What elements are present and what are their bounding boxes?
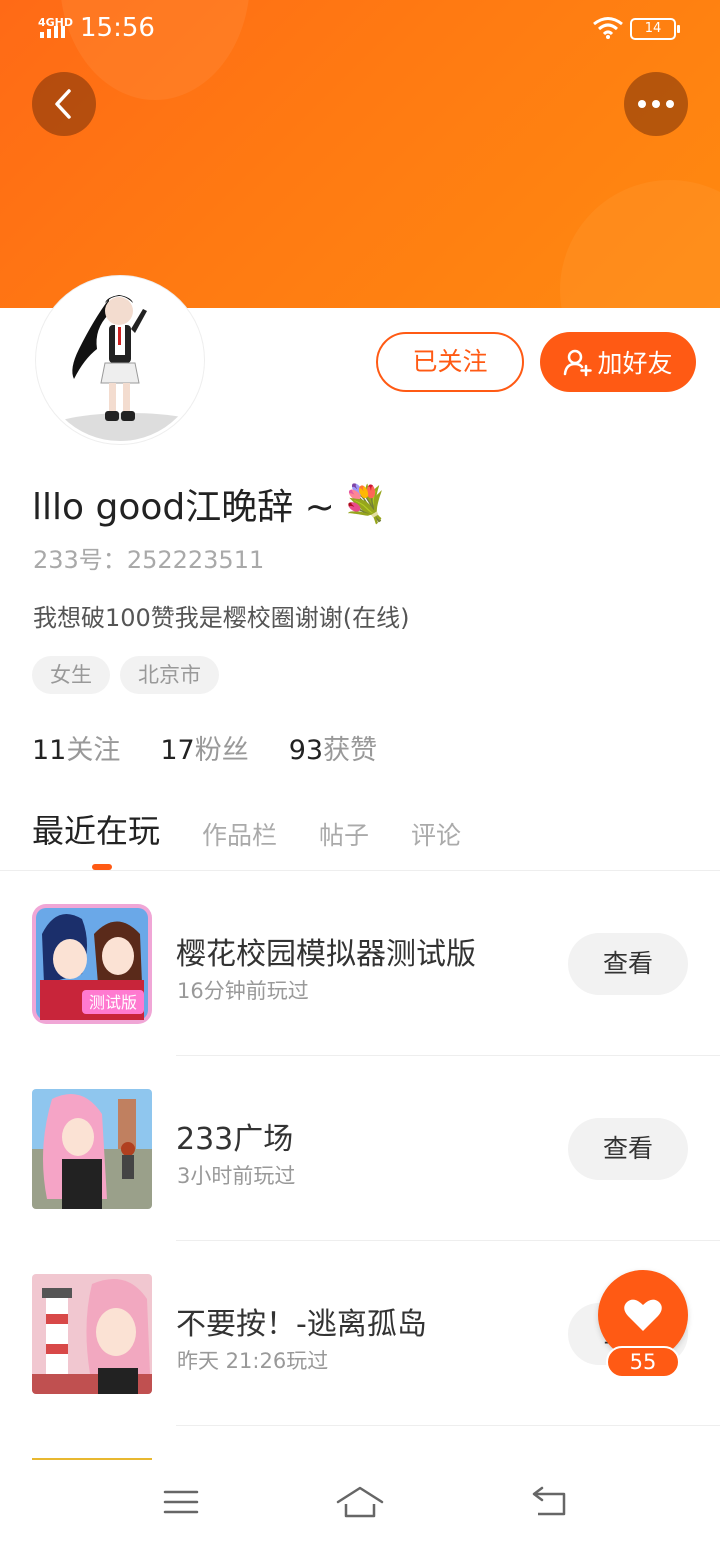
- back-nav-icon[interactable]: [526, 1480, 576, 1524]
- avatar-image: [49, 295, 201, 441]
- user-id: 233号：252223511: [33, 540, 264, 575]
- nickname: lllo good江晚辞 ~ 💐: [32, 478, 388, 530]
- home-icon[interactable]: [335, 1480, 385, 1524]
- followers-stat[interactable]: 17粉丝: [160, 728, 248, 767]
- view-button[interactable]: 查看: [568, 933, 688, 995]
- list-item[interactable]: 233广场 3小时前玩过 查看: [0, 1056, 720, 1241]
- profile-stats: 11关注 17粉丝 93获赞: [32, 728, 377, 767]
- battery-icon: 14: [630, 18, 680, 40]
- game-icon: [32, 1274, 152, 1394]
- tab-works[interactable]: 作品栏: [202, 816, 277, 852]
- nickname-text: lllo good江晚辞 ~: [32, 487, 335, 528]
- followed-button[interactable]: 已关注: [376, 332, 524, 392]
- signal-icon: [40, 26, 65, 38]
- divider: [176, 1425, 720, 1426]
- add-user-icon: [564, 349, 593, 377]
- last-played: 3小时前玩过: [177, 1164, 296, 1188]
- bio: 我想破100赞我是樱校圈谢谢(在线): [33, 604, 410, 632]
- last-played: 16分钟前玩过: [177, 979, 309, 1003]
- game-title: 233广场: [176, 1122, 294, 1157]
- location-tag: 北京市: [120, 656, 219, 694]
- wifi-icon: [593, 17, 623, 39]
- more-button[interactable]: [624, 72, 688, 136]
- system-nav-bar: [0, 1460, 720, 1544]
- tab-comments[interactable]: 评论: [411, 816, 461, 852]
- following-stat[interactable]: 11关注: [32, 728, 120, 767]
- avatar[interactable]: [36, 276, 204, 444]
- game-icon: 测试版: [32, 904, 152, 1024]
- bouquet-emoji: 💐: [342, 484, 388, 525]
- clock: 15:56: [80, 13, 155, 43]
- chevron-left-icon: [55, 89, 71, 119]
- list-item[interactable]: 测试版 樱花校园模拟器测试版 16分钟前玩过 查看: [0, 871, 720, 1056]
- status-bar: 4GHD 15:56 14: [0, 0, 720, 58]
- view-button[interactable]: 查看: [568, 1118, 688, 1180]
- add-friend-label: 加好友: [597, 349, 673, 378]
- back-button[interactable]: [32, 72, 96, 136]
- add-friend-button[interactable]: 加好友: [540, 332, 696, 392]
- gender-tag: 女生: [32, 656, 110, 694]
- profile-tabs: 最近在玩 作品栏 帖子 评论: [32, 806, 461, 852]
- heart-icon: [624, 1299, 662, 1331]
- likes-stat[interactable]: 93获赞: [289, 728, 377, 767]
- banner-decoration: [560, 180, 720, 308]
- more-dots-icon: [638, 100, 674, 108]
- profile-tags: 女生 北京市: [32, 656, 219, 694]
- uid-label: 233号：: [33, 546, 127, 574]
- game-title: 不要按！-逃离孤岛: [176, 1307, 427, 1342]
- game-icon: [32, 1089, 152, 1209]
- like-count-badge: 55: [606, 1346, 680, 1378]
- uid-value: 252223511: [126, 546, 265, 574]
- tab-posts[interactable]: 帖子: [319, 816, 369, 852]
- tab-recently-played[interactable]: 最近在玩: [32, 806, 160, 852]
- svg-text:测试版: 测试版: [89, 993, 137, 1012]
- menu-icon[interactable]: [160, 1480, 210, 1524]
- game-title: 樱花校园模拟器测试版: [176, 937, 476, 972]
- last-played: 昨天 21:26玩过: [177, 1349, 329, 1373]
